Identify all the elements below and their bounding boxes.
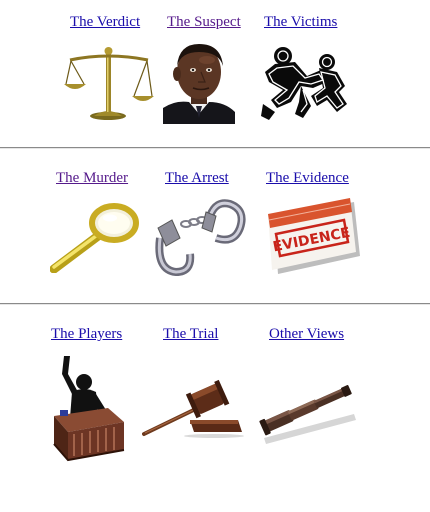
arrest-link[interactable]: The Arrest [165,169,229,187]
body-outline-icon[interactable] [261,42,349,122]
verdict-link[interactable]: The Verdict [70,13,140,31]
players-link[interactable]: The Players [51,325,122,343]
suspect-portrait[interactable] [163,40,235,124]
victims-link[interactable]: The Victims [264,13,337,31]
trial-link[interactable]: The Trial [163,325,218,343]
section-divider-1 [0,147,430,149]
suspect-link[interactable]: The Suspect [167,13,241,31]
other-views-link[interactable]: Other Views [269,325,344,343]
evidence-link[interactable]: The Evidence [266,169,349,187]
handcuffs-icon[interactable] [150,198,246,276]
magnifying-glass-icon[interactable] [50,203,140,273]
witness-stand-icon[interactable] [50,352,128,464]
telescope-icon[interactable] [258,374,360,444]
gavel-icon[interactable] [142,378,246,438]
evidence-tag-icon[interactable]: EVIDENCE [264,198,360,278]
scales-of-justice-icon[interactable] [64,40,154,122]
section-divider-2 [0,303,430,305]
murder-link[interactable]: The Murder [56,169,128,187]
